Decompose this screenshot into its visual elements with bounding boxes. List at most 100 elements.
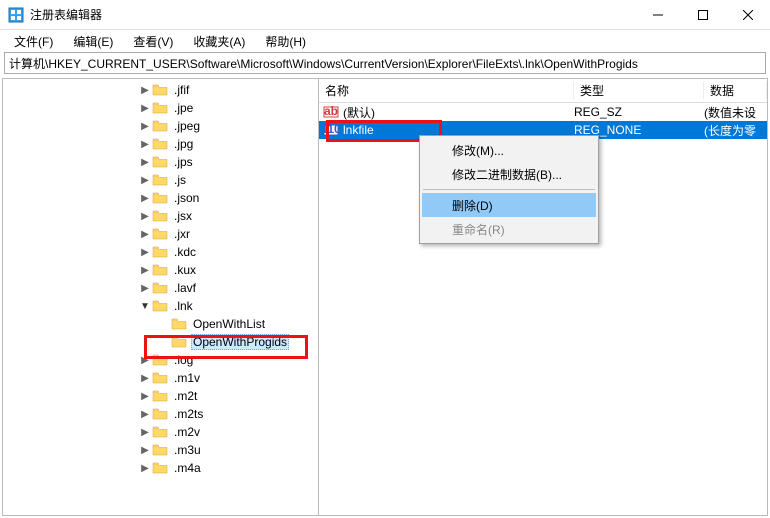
expand-icon[interactable]: ▶ xyxy=(138,409,152,420)
folder-icon xyxy=(152,155,168,169)
expand-icon[interactable]: ▶ xyxy=(138,85,152,96)
tree-item[interactable]: ▶OpenWithProgids xyxy=(3,333,318,351)
tree-item[interactable]: ▶.lavf xyxy=(3,279,318,297)
address-bar[interactable]: 计算机\HKEY_CURRENT_USER\Software\Microsoft… xyxy=(4,52,766,74)
tree-item[interactable]: ▶ .kux xyxy=(3,261,318,279)
tree-item-label: .m2ts xyxy=(172,407,205,421)
folder-icon xyxy=(152,461,168,475)
tree-item[interactable]: ▶.jsx xyxy=(3,207,318,225)
tree-item[interactable]: ▶ .m3u xyxy=(3,441,318,459)
tree-item[interactable]: ▶.kdc xyxy=(3,243,318,261)
window-controls xyxy=(635,0,770,29)
tree-item-label: .m2v xyxy=(172,425,202,439)
folder-icon xyxy=(171,335,187,349)
tree-item[interactable]: ▶ .m2v xyxy=(3,423,318,441)
tree-item-label: .jpeg xyxy=(172,119,202,133)
window-title: 注册表编辑器 xyxy=(30,6,635,23)
tree-item[interactable]: ▶ .m4a xyxy=(3,459,318,477)
tree-item-label: .m2t xyxy=(172,389,199,403)
title-bar: 注册表编辑器 xyxy=(0,0,770,30)
expand-icon[interactable]: ▶ xyxy=(138,193,152,204)
tree-item[interactable]: ▼.lnk xyxy=(3,297,318,315)
menu-favorites[interactable]: 收藏夹(A) xyxy=(183,31,255,52)
tree-item[interactable]: ▶ .m1v xyxy=(3,369,318,387)
list-header: 名称 类型 数据 xyxy=(319,79,767,103)
expand-icon[interactable]: ▶ xyxy=(138,157,152,168)
tree-item[interactable]: ▶ .jpe xyxy=(3,99,318,117)
tree-item-label: .jpe xyxy=(172,101,195,115)
address-text: 计算机\HKEY_CURRENT_USER\Software\Microsoft… xyxy=(9,55,638,72)
value-data: (数值未设 xyxy=(704,104,767,121)
expand-icon[interactable]: ▼ xyxy=(138,301,152,312)
expand-icon[interactable]: ▶ xyxy=(138,283,152,294)
value-row[interactable]: (默认)REG_SZ(数值未设 xyxy=(319,103,767,121)
column-name[interactable]: 名称 xyxy=(319,82,574,99)
tree-item-label: .log xyxy=(172,353,195,367)
context-rename[interactable]: 重命名(R) xyxy=(422,217,596,241)
column-type[interactable]: 类型 xyxy=(574,82,704,99)
tree-item-label: .m3u xyxy=(172,443,203,457)
maximize-button[interactable] xyxy=(680,0,725,29)
tree-item-label: .js xyxy=(172,173,188,187)
tree-item[interactable]: ▶ .m2t xyxy=(3,387,318,405)
tree-item[interactable]: ▶.jfif xyxy=(3,81,318,99)
context-delete[interactable]: 删除(D) xyxy=(422,193,596,217)
tree-item[interactable]: ▶ .js xyxy=(3,171,318,189)
minimize-button[interactable] xyxy=(635,0,680,29)
expand-icon[interactable]: ▶ xyxy=(138,175,152,186)
folder-icon xyxy=(152,83,168,97)
folder-icon xyxy=(152,101,168,115)
expand-icon[interactable]: ▶ xyxy=(138,463,152,474)
tree-pane[interactable]: ▶.jfif▶.jpe▶.jpeg▶.jpg▶.jps▶.js▶.json▶.j… xyxy=(3,79,319,515)
folder-icon xyxy=(152,389,168,403)
expand-icon[interactable]: ▶ xyxy=(138,103,152,114)
expand-icon[interactable]: ▶ xyxy=(138,427,152,438)
menu-edit[interactable]: 编辑(E) xyxy=(63,31,123,52)
folder-icon xyxy=(171,317,187,331)
binary-value-icon xyxy=(323,122,339,138)
folder-icon xyxy=(152,353,168,367)
tree-item[interactable]: ▶ .m2ts xyxy=(3,405,318,423)
folder-icon xyxy=(152,191,168,205)
tree-item[interactable]: ▶ .log xyxy=(3,351,318,369)
string-value-icon xyxy=(323,104,339,120)
list-pane[interactable]: 名称 类型 数据 (默认)REG_SZ(数值未设lnkfileREG_NONE(… xyxy=(319,79,767,515)
expand-icon[interactable]: ▶ xyxy=(138,265,152,276)
value-name: (默认) xyxy=(343,104,574,121)
registry-tree: ▶.jfif▶.jpe▶.jpeg▶.jpg▶.jps▶.js▶.json▶.j… xyxy=(3,79,318,479)
tree-item[interactable]: ▶.jps xyxy=(3,153,318,171)
menu-file[interactable]: 文件(F) xyxy=(4,31,63,52)
tree-item[interactable]: ▶ .jpeg xyxy=(3,117,318,135)
expand-icon[interactable]: ▶ xyxy=(138,229,152,240)
expand-icon[interactable]: ▶ xyxy=(138,247,152,258)
tree-item[interactable]: ▶OpenWithList xyxy=(3,315,318,333)
tree-item[interactable]: ▶.jpg xyxy=(3,135,318,153)
close-button[interactable] xyxy=(725,0,770,29)
tree-item-label: .m1v xyxy=(172,371,202,385)
folder-icon xyxy=(152,407,168,421)
folder-icon xyxy=(152,245,168,259)
expand-icon[interactable]: ▶ xyxy=(138,121,152,132)
tree-item-label: .m4a xyxy=(172,461,203,475)
tree-item-label: .kux xyxy=(172,263,198,277)
folder-icon xyxy=(152,281,168,295)
expand-icon[interactable]: ▶ xyxy=(138,355,152,366)
expand-icon[interactable]: ▶ xyxy=(138,391,152,402)
value-data: (长度为零 xyxy=(704,122,767,139)
tree-item-label: OpenWithProgids xyxy=(191,334,289,350)
tree-item[interactable]: ▶.json xyxy=(3,189,318,207)
expand-icon[interactable]: ▶ xyxy=(138,373,152,384)
column-data[interactable]: 数据 xyxy=(704,82,767,99)
context-modify-binary[interactable]: 修改二进制数据(B)... xyxy=(422,162,596,186)
expand-icon[interactable]: ▶ xyxy=(138,445,152,456)
menu-help[interactable]: 帮助(H) xyxy=(255,31,316,52)
expand-icon[interactable]: ▶ xyxy=(138,211,152,222)
app-icon xyxy=(8,7,24,23)
expand-icon[interactable]: ▶ xyxy=(138,139,152,150)
folder-icon xyxy=(152,119,168,133)
tree-item-label: OpenWithList xyxy=(191,317,267,331)
folder-icon xyxy=(152,371,168,385)
tree-item[interactable]: ▶.jxr xyxy=(3,225,318,243)
context-modify[interactable]: 修改(M)... xyxy=(422,138,596,162)
menu-view[interactable]: 查看(V) xyxy=(123,31,183,52)
